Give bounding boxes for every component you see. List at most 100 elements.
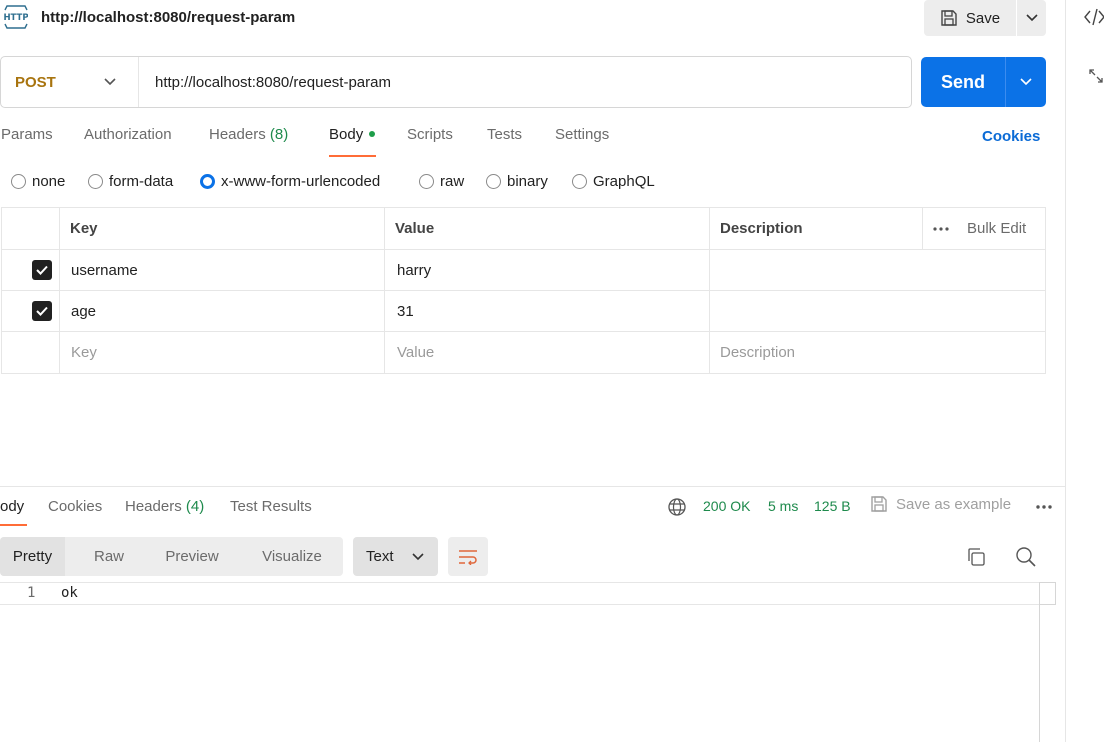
view-preview[interactable]: Preview bbox=[153, 537, 231, 576]
response-tab-body[interactable]: ody bbox=[0, 498, 24, 515]
response-view-segmented: Pretty Raw Preview Visualize bbox=[0, 537, 343, 576]
line-number: 1 bbox=[27, 585, 36, 601]
key-cell[interactable]: age bbox=[59, 291, 384, 331]
tab-label: Headers bbox=[209, 126, 266, 143]
params-table: Key Value Description Bulk Edit username… bbox=[1, 207, 1046, 374]
tab-headers[interactable]: Headers (8) bbox=[209, 126, 288, 158]
row-enabled-checkbox[interactable] bbox=[32, 260, 52, 280]
checkbox-column-header bbox=[2, 208, 59, 249]
description-cell[interactable] bbox=[709, 250, 1045, 290]
radio-circle-selected bbox=[200, 174, 215, 189]
radio-form-data[interactable]: form-data bbox=[88, 173, 173, 190]
editor-active-line[interactable] bbox=[0, 582, 1056, 605]
radio-label: GraphQL bbox=[593, 173, 655, 190]
tab-label: Params bbox=[1, 126, 53, 143]
radio-binary[interactable]: binary bbox=[486, 173, 548, 190]
radio-label: x-www-form-urlencoded bbox=[221, 173, 381, 190]
row-checkbox-cell bbox=[2, 250, 59, 290]
tab-label: Body bbox=[329, 126, 364, 143]
tab-scripts[interactable]: Scripts bbox=[407, 126, 453, 158]
table-header-row: Key Value Description Bulk Edit bbox=[2, 208, 1045, 250]
table-row-empty: Key Value Description bbox=[2, 332, 1045, 373]
radio-graphql[interactable]: GraphQL bbox=[572, 173, 655, 190]
response-pane-divider[interactable] bbox=[0, 486, 1065, 487]
tab-settings[interactable]: Settings bbox=[555, 126, 609, 158]
format-label: Text bbox=[366, 548, 394, 565]
key-placeholder[interactable]: Key bbox=[59, 332, 384, 373]
method-select[interactable]: POST bbox=[1, 57, 139, 107]
tab-body[interactable]: Body bbox=[329, 126, 376, 158]
view-raw[interactable]: Raw bbox=[75, 537, 143, 576]
radio-label: raw bbox=[440, 173, 465, 190]
response-size[interactable]: 125 B bbox=[814, 498, 851, 514]
url-input[interactable] bbox=[139, 58, 899, 106]
request-title[interactable]: http://localhost:8080/request-param bbox=[41, 9, 295, 26]
http-request-icon: HTTP bbox=[4, 5, 28, 29]
radio-label: none bbox=[32, 173, 66, 190]
send-dropdown-button[interactable] bbox=[1006, 57, 1046, 107]
wrap-lines-button[interactable] bbox=[448, 537, 488, 576]
value-cell[interactable]: harry bbox=[384, 250, 709, 290]
key-cell[interactable]: username bbox=[59, 250, 384, 290]
radio-label: binary bbox=[507, 173, 548, 190]
radio-circle bbox=[572, 174, 587, 189]
more-options-icon[interactable] bbox=[1034, 498, 1054, 516]
radio-urlencoded[interactable]: x-www-form-urlencoded bbox=[200, 173, 380, 190]
right-rail-divider bbox=[1065, 0, 1066, 742]
status-code[interactable]: 200 OK bbox=[703, 498, 750, 514]
tab-label: Scripts bbox=[407, 126, 453, 143]
send-button-group: Send bbox=[921, 57, 1046, 107]
editor-scrollbar-track[interactable] bbox=[1039, 582, 1040, 742]
expand-icon[interactable] bbox=[1088, 68, 1104, 84]
save-button-group: Save bbox=[924, 0, 1046, 36]
save-as-example-button[interactable]: Save as example bbox=[870, 495, 1011, 513]
description-cell[interactable] bbox=[709, 291, 1045, 331]
active-tab-indicator bbox=[329, 155, 376, 157]
save-icon bbox=[941, 10, 957, 26]
code-snippet-icon[interactable] bbox=[1084, 8, 1104, 26]
response-format-select[interactable]: Text bbox=[353, 537, 438, 576]
response-tab-headers[interactable]: Headers (4) bbox=[125, 498, 204, 515]
value-cell[interactable]: 31 bbox=[384, 291, 709, 331]
send-button[interactable]: Send bbox=[921, 57, 1005, 107]
radio-none[interactable]: none bbox=[11, 173, 65, 190]
radio-raw[interactable]: raw bbox=[419, 173, 464, 190]
tab-label: Authorization bbox=[84, 126, 172, 143]
row-enabled-checkbox[interactable] bbox=[32, 301, 52, 321]
tab-params[interactable]: Params bbox=[1, 126, 53, 158]
value-placeholder[interactable]: Value bbox=[384, 332, 709, 373]
radio-circle bbox=[11, 174, 26, 189]
chevron-down-icon bbox=[1020, 78, 1032, 86]
description-placeholder[interactable]: Description bbox=[709, 332, 1045, 373]
search-icon[interactable] bbox=[1015, 546, 1037, 568]
tab-label: Headers bbox=[125, 498, 182, 515]
view-visualize[interactable]: Visualize bbox=[248, 537, 336, 576]
table-row: age 31 bbox=[2, 291, 1045, 332]
save-dropdown-button[interactable] bbox=[1017, 0, 1046, 36]
row-checkbox-cell bbox=[2, 291, 59, 331]
checkmark-icon bbox=[36, 306, 48, 316]
response-time[interactable]: 5 ms bbox=[768, 498, 798, 514]
save-icon bbox=[871, 496, 887, 512]
radio-circle bbox=[486, 174, 501, 189]
response-body-text[interactable]: ok bbox=[61, 585, 78, 601]
bulk-edit-button[interactable]: Bulk Edit bbox=[967, 220, 1026, 237]
tab-authorization[interactable]: Authorization bbox=[84, 126, 172, 158]
view-pretty[interactable]: Pretty bbox=[0, 537, 65, 576]
editor-scrollbar-thumb[interactable] bbox=[1039, 582, 1056, 605]
more-options-icon[interactable] bbox=[933, 226, 949, 231]
response-tab-test-results[interactable]: Test Results bbox=[230, 498, 312, 515]
chevron-down-icon bbox=[412, 552, 424, 560]
svg-text:HTTP: HTTP bbox=[4, 13, 28, 23]
copy-icon[interactable] bbox=[965, 546, 987, 568]
key-column-header: Key bbox=[59, 208, 384, 249]
tab-label: Settings bbox=[555, 126, 610, 143]
modified-dot bbox=[369, 131, 376, 138]
response-tab-cookies[interactable]: Cookies bbox=[48, 498, 102, 515]
cookies-link[interactable]: Cookies bbox=[982, 128, 1040, 145]
save-label: Save bbox=[965, 9, 1001, 27]
table-row: username harry bbox=[2, 250, 1045, 291]
save-button[interactable]: Save bbox=[924, 0, 1016, 36]
tab-tests[interactable]: Tests bbox=[487, 126, 522, 158]
globe-icon[interactable] bbox=[667, 497, 687, 517]
